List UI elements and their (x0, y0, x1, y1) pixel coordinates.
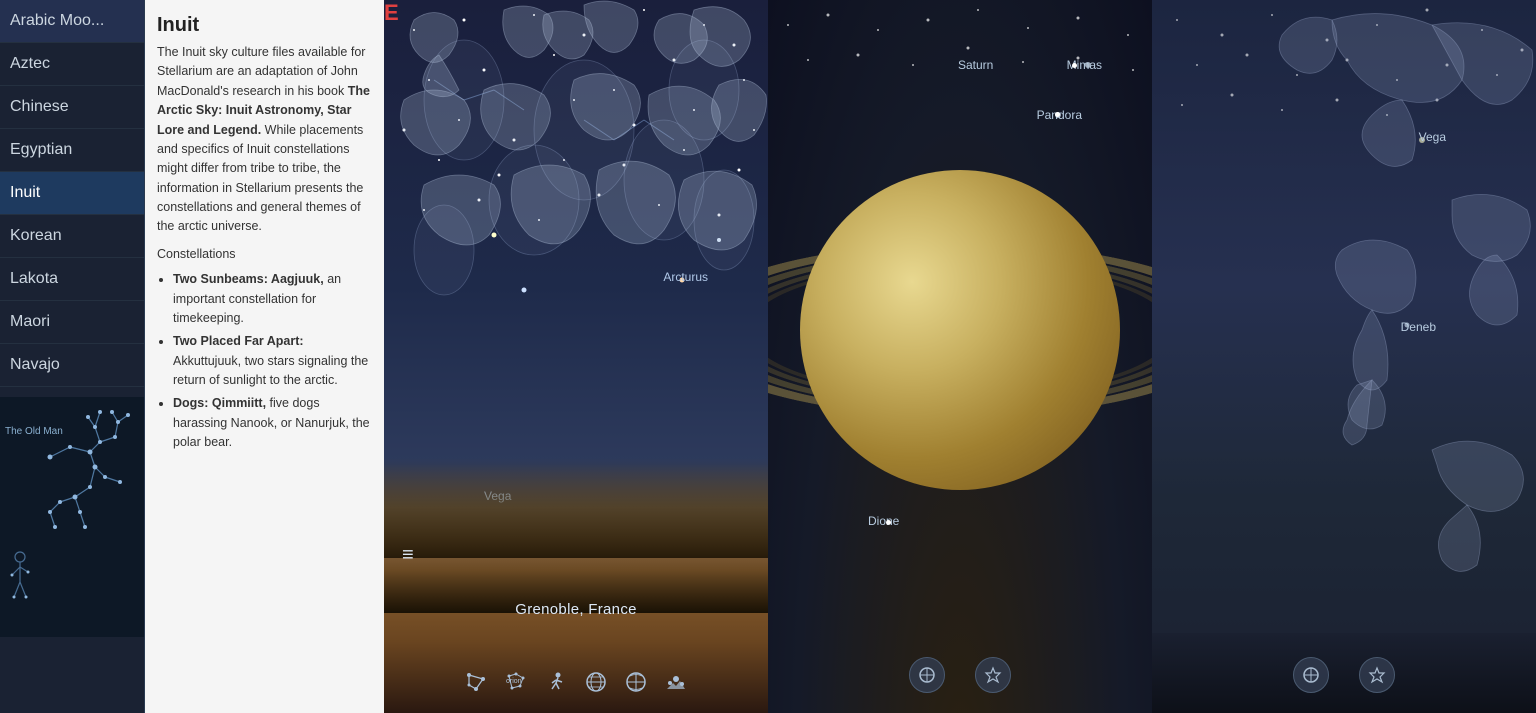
location-label: Grenoble, France (384, 601, 768, 618)
panel4-toolbar (1152, 657, 1536, 693)
panel3-toolbar (768, 657, 1152, 693)
sidebar-item-chinese[interactable]: Chinese (0, 86, 144, 129)
grid-button[interactable] (625, 671, 647, 693)
sidebar-item-egyptian[interactable]: Egyptian (0, 129, 144, 172)
pandora-dot (1055, 112, 1060, 117)
globe-button[interactable] (585, 671, 607, 693)
dione-dot (886, 520, 891, 525)
panel-stellarium-view: Vega Arcturus E Grenoble, France ≡ (384, 0, 768, 713)
horizon-gradient (384, 458, 768, 558)
figure-button[interactable] (545, 671, 567, 693)
sidebar-item-maori[interactable]: Maori (0, 301, 144, 344)
panel-saturn-view: Saturn Mimas Pandora Janus Dione (768, 0, 1152, 713)
arcturus-label: Arcturus (663, 270, 708, 284)
vega-label-4: Vega (1419, 130, 1446, 144)
sidebar-item-aztec[interactable]: Aztec (0, 43, 144, 86)
detail-body: The Inuit sky culture files available fo… (145, 43, 384, 471)
sidebar-item-navajo[interactable]: Navajo (0, 344, 144, 387)
saturn-planet (800, 170, 1120, 490)
svg-text:orion: orion (506, 678, 522, 685)
star-field-4 (1152, 0, 1536, 713)
detail-title: Inuit (145, 0, 384, 43)
mimas-dot (1072, 63, 1077, 68)
sidebar-item-arabic[interactable]: Arabic Moo... (0, 0, 144, 43)
constellation-art-button[interactable]: orion (505, 671, 527, 693)
stars-svg-4 (1152, 0, 1536, 713)
dione-label: Dione (868, 514, 899, 528)
deneb-label: Deneb (1401, 320, 1436, 334)
panel4-icon-1[interactable] (1293, 657, 1329, 693)
saturn-container (768, 80, 1152, 580)
panel3-icon-1[interactable] (909, 657, 945, 693)
panel4-icon-2[interactable] (1359, 657, 1395, 693)
culture-sidebar: Arabic Moo... Aztec Chinese Egyptian Inu… (0, 0, 145, 713)
landscape-button[interactable] (665, 671, 687, 693)
panel2-toolbar: orion (384, 671, 768, 693)
sidebar-item-inuit[interactable]: Inuit (0, 172, 144, 215)
panel-inuit-list: Arabic Moo... Aztec Chinese Egyptian Inu… (0, 0, 384, 713)
panel3-icon-2[interactable] (975, 657, 1011, 693)
sidebar-item-korean[interactable]: Korean (0, 215, 144, 258)
detail-panel-inuit[interactable]: Inuit The Inuit sky culture files availa… (145, 0, 384, 713)
panel-constellation-night: Vega Deneb (1152, 0, 1536, 713)
menu-button[interactable]: ≡ (402, 545, 414, 565)
saturn-label: Saturn (958, 58, 993, 72)
old-man-label: The Old Man (5, 426, 63, 437)
sidebar-item-lakota[interactable]: Lakota (0, 258, 144, 301)
constellation-lines-button[interactable] (465, 671, 487, 693)
